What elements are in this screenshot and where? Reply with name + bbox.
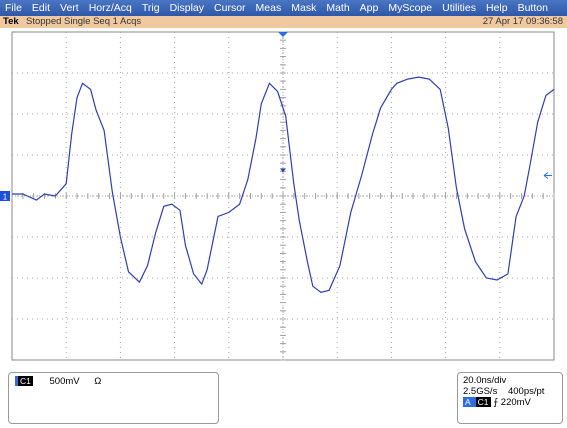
- menu-bar: File Edit Vert Horz/Acq Trig Display Cursor Mea…: [0, 0, 567, 16]
- time-per-div: 20.0ns/div: [463, 375, 507, 386]
- menu-item-cursor[interactable]: Cursor: [209, 0, 251, 16]
- menu-item-trig[interactable]: Trig: [137, 0, 165, 16]
- menu-item-edit[interactable]: Edit: [27, 0, 55, 16]
- channel-readout[interactable]: C1 500mV Ω: [8, 372, 219, 424]
- menu-item-help[interactable]: Help: [481, 0, 513, 16]
- readout-panel: C1 500mV Ω 20.0ns/div 2.5GS/s 400ps/pt A…: [0, 364, 567, 428]
- channel-ground-label: 1: [3, 193, 8, 202]
- brand-label: Tek: [3, 16, 19, 27]
- menu-item-horz-acq[interactable]: Horz/Acq: [84, 0, 137, 16]
- trigger-source-tag: C1: [472, 397, 491, 407]
- trigger-slope-icon: ⨍: [493, 397, 499, 408]
- date-time: 27 Apr 17 09:36:58: [482, 16, 563, 27]
- menu-item-button[interactable]: Button: [513, 0, 553, 16]
- sample-rate: 2.5GS/s: [463, 386, 498, 397]
- menu-item-meas[interactable]: Meas: [251, 0, 287, 16]
- channel-tag[interactable]: C1: [15, 376, 33, 386]
- menu-item-app[interactable]: App: [355, 0, 384, 16]
- trigger-a-tag: A: [463, 397, 473, 407]
- channel-scale: 500mV: [49, 376, 80, 387]
- timebase-readout[interactable]: 20.0ns/div 2.5GS/s 400ps/pt A C1 ⨍ 220mV: [457, 372, 563, 424]
- menu-item-math[interactable]: Math: [321, 0, 354, 16]
- menu-item-file[interactable]: File: [0, 0, 27, 16]
- record-resolution: 400ps/pt: [507, 386, 545, 397]
- waveform-display[interactable]: 1: [0, 28, 567, 364]
- menu-item-vert[interactable]: Vert: [55, 0, 84, 16]
- menu-item-utilities[interactable]: Utilities: [437, 0, 481, 16]
- status-bar: Tek Stopped Single Seq 1 Acqs 27 Apr 17 …: [0, 16, 567, 28]
- trigger-level: 220mV: [500, 397, 531, 408]
- channel-impedance: Ω: [94, 376, 102, 387]
- graticule-plot: 1: [0, 31, 555, 361]
- acquisition-status: Stopped Single Seq 1 Acqs: [26, 16, 142, 27]
- menu-item-display[interactable]: Display: [165, 0, 209, 16]
- menu-item-myscope[interactable]: MyScope: [383, 0, 437, 16]
- trigger-position-marker: [278, 32, 288, 37]
- menu-item-mask[interactable]: Mask: [286, 0, 321, 16]
